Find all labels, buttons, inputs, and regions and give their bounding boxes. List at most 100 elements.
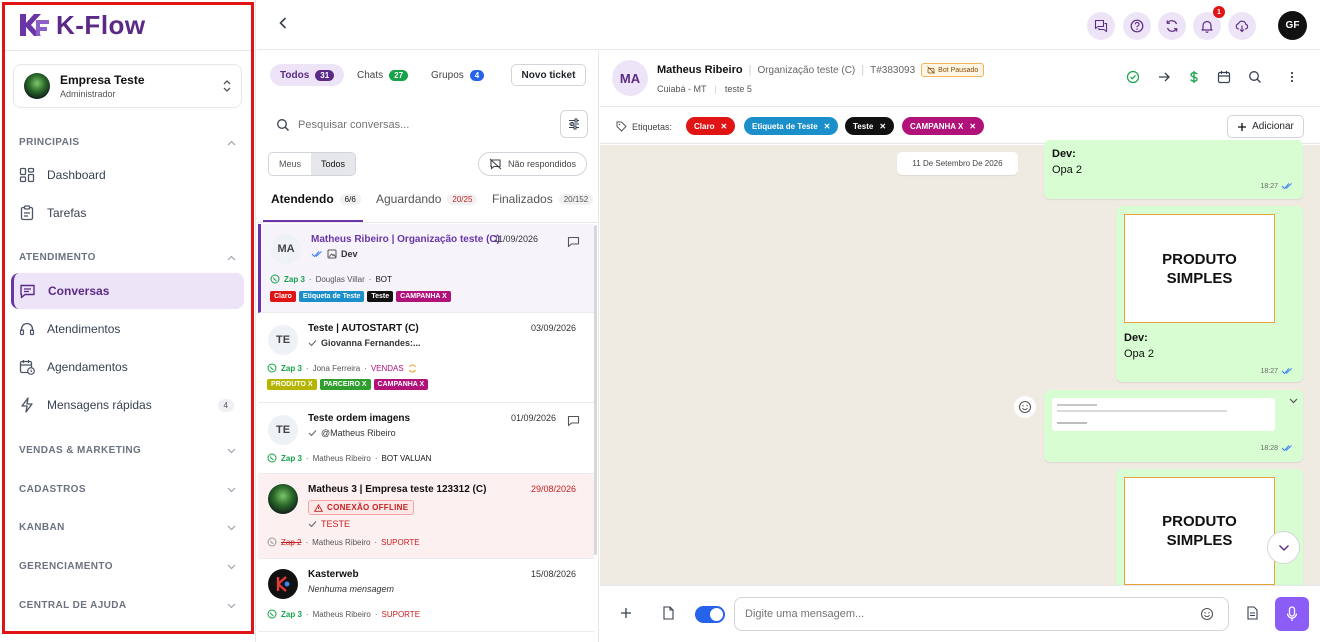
emoji-button[interactable] [1200,607,1214,621]
react-button[interactable] [1014,396,1036,418]
sidebar-item-dashboard[interactable]: Dashboard [11,157,244,193]
search-messages-button[interactable] [1248,70,1262,84]
whatsapp-icon [267,537,277,547]
conversation-item[interactable]: TE Teste | AUTOSTART (C) 03/09/2026 Giov… [258,313,594,403]
kasterweb-logo-icon [276,576,290,592]
search-input[interactable] [298,119,538,131]
tab-todos[interactable]: Todos 31 [270,64,345,86]
section-gerenciamento[interactable]: GERENCIAMENTO [19,561,236,572]
brand-logo[interactable]: K-Flow [18,10,146,40]
record-audio-button[interactable] [1275,597,1309,631]
contact-avatar[interactable]: MA [612,60,648,96]
sidebar-item-label: Atendimentos [47,322,121,336]
label-text: Teste [853,121,874,131]
last-message-text: Giovanna Fernandes:... [321,338,421,348]
plus-icon [1237,122,1247,132]
user-avatar[interactable]: GF [1278,11,1307,40]
seg-todos[interactable]: Todos [311,153,356,175]
collapse-sidebar-button[interactable] [278,16,288,30]
remove-label-icon[interactable]: ✕ [879,122,886,131]
conversation-meta: Zap 3 · Douglas Villar · BOT [270,274,392,284]
section-vendas[interactable]: VENDAS & MARKETING [19,445,236,456]
conversation-meta: Zap 3 · Matheus Ribeiro · BOT VALUAN [267,453,431,463]
agent-name: Matheus Ribeiro [312,453,371,463]
org-avatar [24,73,50,99]
conversation-item[interactable]: Matheus 3 | Empresa teste 123312 (C) 29/… [258,474,594,559]
channel-name: Zap 2 [281,537,302,547]
more-options-button[interactable] [1285,70,1299,84]
download-button[interactable] [1228,12,1256,40]
org-name: Empresa Teste [60,73,145,87]
time-text: 18:27 [1260,367,1278,375]
tab-chats[interactable]: Chats 27 [347,64,418,86]
quick-template-button[interactable] [1246,606,1258,620]
message-input[interactable] [745,608,1185,620]
sidebar-item-tarefas[interactable]: Tarefas [11,195,244,231]
label-chip: Claro ✕ [686,117,736,135]
unanswered-label: Não respondidos [507,159,577,169]
tab-aguardando[interactable]: Aguardando 20/25 [376,192,478,222]
sidebar-item-mensagens-rapidas[interactable]: Mensagens rápidas 4 [11,387,244,423]
add-label-button[interactable]: Adicionar [1227,115,1304,138]
message-bubble[interactable]: Dev: Opa 2 18:27 [1044,140,1303,199]
tab-atendendo[interactable]: Atendendo 6/6 [263,192,363,222]
conversation-title: Matheus 3 | Empresa teste 123312 (C) [308,484,487,495]
contact-avatar: MA [271,234,301,264]
remove-label-icon[interactable]: ✕ [720,122,727,131]
help-circle-icon [1130,19,1144,33]
section-cadastros[interactable]: CADASTROS [19,484,236,495]
conversation-date: 03/09/2026 [530,323,576,333]
tab-label: Aguardando [376,192,442,206]
section-kanban[interactable]: KANBAN [19,522,236,533]
count-badge: 4 [217,398,234,412]
schedule-button[interactable] [1217,70,1231,84]
help-button[interactable] [1123,12,1151,40]
double-check-icon [1281,444,1293,452]
list-scrollbar[interactable] [594,225,597,555]
chats-topbar-button[interactable] [1087,12,1115,40]
tab-finalizados[interactable]: Finalizados 20/152 [492,192,594,222]
section-label: VENDAS & MARKETING [19,445,142,456]
section-ajuda[interactable]: CENTRAL DE AJUDA [19,600,236,611]
refresh-button[interactable] [1158,12,1186,40]
message-bubble[interactable]: PRODUTO SIMPLES Dev: Opa 2 18:27 [1116,206,1303,382]
sidebar-item-conversas[interactable]: Conversas [11,273,244,309]
scroll-to-bottom-button[interactable] [1267,531,1300,564]
filter-button[interactable] [560,110,588,138]
chevron-down-icon[interactable] [1289,398,1298,404]
count-badge: 6/6 [339,194,361,205]
section-principais[interactable]: PRINCIPAIS [19,137,236,148]
conversation-title: Kasterweb [308,569,359,580]
check-icon [308,429,317,437]
section-atendimento[interactable]: ATENDIMENTO [19,252,236,263]
remove-label-icon[interactable]: ✕ [969,122,976,131]
remove-label-icon[interactable]: ✕ [824,122,831,131]
org-switcher[interactable]: Empresa Teste Administrador [13,64,242,108]
conversation-item[interactable]: MA Matheus Ribeiro | Organização teste (… [258,224,594,313]
sidebar-item-agendamentos[interactable]: Agendamentos [11,349,244,385]
document-preview[interactable] [1052,398,1275,431]
conversation-item[interactable]: Kasterweb 15/08/2026 Nenhuma mensagem Za… [258,559,594,632]
message-bubble[interactable]: 18:28 [1044,390,1303,462]
offline-badge: CONEXÃO OFFLINE [308,500,415,515]
new-ticket-button[interactable]: Novo ticket [511,64,586,86]
tab-grupos[interactable]: Grupos 4 [421,64,494,86]
section-label: PRINCIPAIS [19,137,80,148]
sidebar-item-atendimentos[interactable]: Atendimentos [11,311,244,347]
chevron-down-icon [227,448,236,454]
conversation-item[interactable]: TE Teste ordem imagens 01/09/2026 @Mathe… [258,403,594,474]
message-image[interactable]: PRODUTO SIMPLES [1124,477,1275,585]
attach-file-button[interactable] [662,606,674,620]
dashboard-icon [19,167,35,183]
resolve-button[interactable] [1126,70,1140,84]
message-image[interactable]: PRODUTO SIMPLES [1124,214,1275,323]
unanswered-filter-button[interactable]: Não respondidos [478,152,587,176]
attach-more-button[interactable] [620,607,632,619]
message-off-icon [489,158,502,170]
transfer-button[interactable] [1157,70,1171,84]
section-label: CENTRAL DE AJUDA [19,600,127,611]
seg-meus[interactable]: Meus [269,153,311,175]
signature-toggle[interactable] [695,606,725,623]
sale-button[interactable] [1187,70,1201,84]
message-bubble[interactable]: PRODUTO SIMPLES [1116,469,1303,585]
